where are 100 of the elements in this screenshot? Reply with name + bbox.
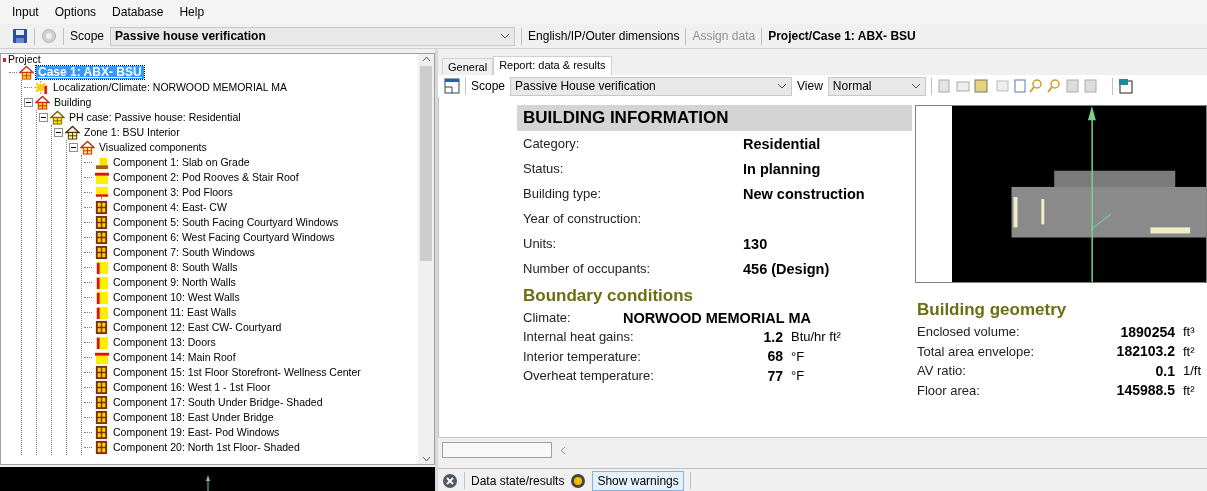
field-value: 0.1 bbox=[1154, 362, 1175, 379]
field-value: 1890254 bbox=[1119, 323, 1175, 340]
tree-item[interactable]: Visualized components bbox=[97, 141, 209, 154]
field-label: Units: bbox=[523, 236, 558, 251]
tab[interactable]: General bbox=[442, 58, 494, 75]
section-title: BUILDING INFORMATION bbox=[517, 105, 912, 131]
house-icon bbox=[35, 95, 50, 110]
tree-item[interactable]: Component 3: Pod Floors bbox=[111, 186, 235, 199]
tree-item[interactable]: Localization/Climate: NORWOOD MEMORIAL MA bbox=[51, 81, 289, 94]
tree-item[interactable]: PH case: Passive house: Residential bbox=[67, 111, 243, 124]
collapse-icon[interactable] bbox=[39, 113, 48, 122]
window-icon bbox=[94, 365, 109, 380]
field-label: AV ratio: bbox=[917, 363, 967, 379]
unit-label: 1/ft bbox=[1183, 363, 1203, 379]
unit-label: ft³ bbox=[1183, 324, 1196, 340]
tree-item[interactable]: Component 17: South Under Bridge- Shaded bbox=[111, 396, 325, 409]
field-label: Internal heat gains: bbox=[523, 329, 635, 345]
export-icon[interactable] bbox=[1117, 78, 1134, 94]
collapse-icon[interactable] bbox=[24, 98, 33, 107]
window-icon bbox=[94, 410, 109, 425]
field-value: 145988.5 bbox=[1115, 382, 1175, 399]
sun-icon bbox=[34, 80, 49, 95]
wall-icon bbox=[94, 260, 109, 275]
field-label: Building type: bbox=[523, 186, 603, 201]
save-icon[interactable] bbox=[12, 28, 28, 44]
tree-item[interactable]: Component 16: West 1 - 1st Floor bbox=[111, 381, 273, 394]
collapse-icon[interactable] bbox=[69, 143, 78, 152]
house-icon bbox=[50, 110, 65, 125]
layout-icon[interactable] bbox=[444, 78, 460, 94]
tree-item[interactable]: Component 7: South Windows bbox=[111, 246, 257, 259]
window-icon bbox=[94, 425, 109, 440]
floor-icon bbox=[94, 185, 109, 200]
show-warnings-button[interactable]: Show warnings bbox=[592, 470, 684, 491]
units-button[interactable]: English/IP/Outer dimensions bbox=[528, 29, 680, 43]
wall-icon bbox=[94, 305, 109, 320]
tree-item[interactable]: Component 14: Main Roof bbox=[111, 351, 238, 364]
tree-item[interactable]: Component 12: East CW- Courtyard bbox=[111, 321, 284, 334]
collapse-icon[interactable] bbox=[54, 128, 63, 137]
scroll-up-icon[interactable] bbox=[421, 56, 431, 62]
tree-item[interactable]: Component 4: East- CW bbox=[111, 201, 229, 214]
view-dropdown[interactable]: Normal bbox=[827, 76, 926, 96]
tree-item[interactable]: Component 20: North 1st Floor- Shaded bbox=[111, 441, 302, 454]
menu-item[interactable]: Input bbox=[6, 3, 45, 21]
model-viewport[interactable] bbox=[915, 105, 1207, 283]
tree-item[interactable]: Component 18: East Under Bridge bbox=[111, 411, 276, 424]
tree-item[interactable]: Component 6: West Facing Courtyard Windows bbox=[111, 231, 337, 244]
tree-item[interactable]: Component 8: South Walls bbox=[111, 261, 240, 274]
scroll-down-icon[interactable] bbox=[421, 456, 431, 463]
data-state-label: Data state/results bbox=[471, 473, 565, 488]
scope-dropdown[interactable]: Passive house verification bbox=[110, 26, 516, 46]
field-value: NORWOOD MEMORIAL MA bbox=[623, 309, 812, 326]
section-title: Boundary conditions bbox=[522, 286, 694, 307]
close-icon[interactable] bbox=[442, 472, 458, 489]
tree-item[interactable]: Component 13: Doors bbox=[111, 336, 218, 349]
tree-item[interactable]: Building bbox=[52, 96, 94, 109]
wall-icon bbox=[94, 290, 109, 305]
status-light-icon bbox=[570, 472, 587, 489]
window-icon bbox=[94, 215, 109, 230]
tab[interactable]: Report: data & results bbox=[493, 56, 612, 75]
unit-label: °F bbox=[791, 348, 806, 364]
tree-item[interactable]: Component 19: East- Pod Windows bbox=[111, 426, 282, 439]
window-icon bbox=[94, 320, 109, 335]
field-value: 68 bbox=[766, 348, 783, 365]
tree-item[interactable]: Component 15: 1st Floor Storefront- Wellness Center bbox=[111, 366, 363, 379]
tree-item[interactable]: Component 1: Slab on Grade bbox=[111, 156, 252, 169]
view-label: View bbox=[797, 79, 823, 93]
window-icon bbox=[94, 230, 109, 245]
field-value: 182103.2 bbox=[1115, 343, 1175, 360]
window-icon bbox=[94, 380, 109, 395]
window-icon bbox=[94, 440, 109, 455]
slab-icon bbox=[94, 155, 109, 170]
scroll-left-icon[interactable] bbox=[560, 445, 566, 455]
field-label: Floor area: bbox=[917, 382, 981, 398]
field-label: Year of construction: bbox=[523, 211, 643, 226]
scope-label: Scope bbox=[471, 79, 506, 93]
scope-dropdown[interactable]: Passive House verification bbox=[510, 76, 793, 96]
unit-label: ft² bbox=[1183, 343, 1196, 359]
field-value: New construction bbox=[743, 185, 866, 202]
tree-item[interactable]: Component 5: South Facing Courtyard Windows bbox=[111, 216, 341, 229]
field-label: Enclosed volume: bbox=[917, 324, 1021, 340]
menu-item[interactable]: Database bbox=[106, 3, 170, 21]
menu-item[interactable]: Options bbox=[48, 3, 103, 21]
tree-item[interactable]: Component 9: North Walls bbox=[111, 276, 238, 289]
field-value: 77 bbox=[766, 367, 783, 384]
vertical-scrollbar[interactable] bbox=[418, 54, 434, 465]
unit-label: Btu/hr ft² bbox=[791, 329, 842, 345]
tree-root-label[interactable]: Project bbox=[8, 54, 41, 65]
tree-item[interactable]: Component 10: West Walls bbox=[111, 291, 242, 304]
field-value: 1.2 bbox=[762, 328, 783, 345]
axis-drawing bbox=[205, 475, 211, 491]
field-value: 130 bbox=[743, 235, 769, 252]
tree-item[interactable]: Component 11: East Walls bbox=[111, 306, 239, 319]
field-label: Status: bbox=[523, 161, 565, 176]
tree-item[interactable]: Zone 1: BSU Interior bbox=[82, 126, 182, 139]
project-case-label: Project/Case 1: ABX- BSU bbox=[768, 29, 916, 43]
tree-item[interactable]: Component 2: Pod Rooves & Stair Roof bbox=[111, 171, 301, 184]
field-value: In planning bbox=[743, 160, 822, 177]
field-label: Interior temperature: bbox=[523, 348, 642, 364]
menu-item[interactable]: Help bbox=[173, 3, 211, 21]
field-value: 456 (Design) bbox=[743, 260, 831, 277]
